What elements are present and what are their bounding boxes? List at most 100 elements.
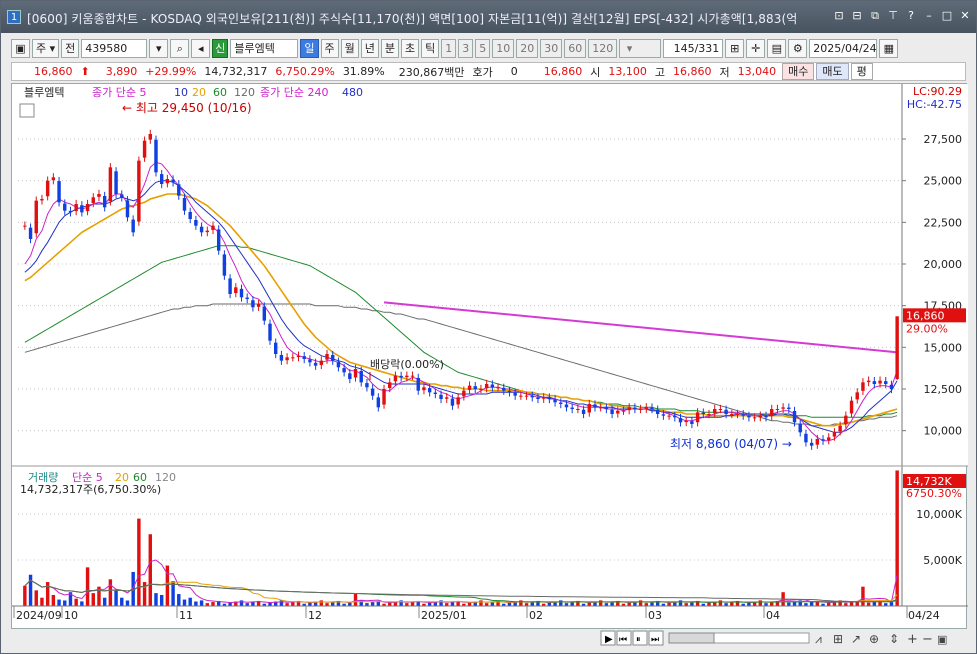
volume-bar bbox=[427, 602, 432, 606]
candle-body bbox=[445, 397, 449, 399]
candle-body bbox=[844, 415, 848, 425]
candle-body bbox=[131, 219, 135, 233]
play-icon[interactable]: ▶ bbox=[605, 634, 613, 645]
candle-body bbox=[399, 375, 403, 378]
chart-menu-icon[interactable]: ▣ bbox=[11, 38, 30, 58]
interval-custom-dropdown[interactable]: ▾ bbox=[619, 38, 662, 58]
x-tick-label: 03 bbox=[648, 609, 662, 622]
search-icon[interactable]: ⌕ bbox=[170, 38, 190, 58]
interval-10[interactable]: 10 bbox=[492, 38, 515, 58]
new-listing-badge: 신 bbox=[212, 38, 229, 58]
interval-5[interactable]: 5 bbox=[475, 38, 491, 58]
volume-bar bbox=[730, 602, 734, 606]
zoom-icon[interactable]: ⊞ bbox=[725, 38, 745, 58]
buy-button[interactable]: 매수 bbox=[782, 63, 815, 80]
indicator-icon[interactable]: ⊕ bbox=[869, 632, 879, 646]
code-input[interactable]: 439580 bbox=[81, 38, 148, 58]
title-bar[interactable]: 1 [0600] 키움종합차트 - KOSDAQ 외국인보유[211(천)] 주… bbox=[1, 1, 976, 33]
candle-body bbox=[342, 368, 346, 373]
interval-60[interactable]: 60 bbox=[564, 38, 587, 58]
candle-body bbox=[422, 387, 426, 391]
candle-body bbox=[85, 204, 90, 212]
last-price-label: 16,860 bbox=[906, 309, 945, 322]
candle-body bbox=[650, 407, 654, 409]
save-icon[interactable]: ▤ bbox=[767, 38, 787, 58]
volume-bar bbox=[809, 602, 814, 606]
candle-body bbox=[382, 389, 386, 405]
candle-body bbox=[291, 357, 295, 359]
period-tick[interactable]: 틱 bbox=[421, 38, 440, 58]
period-minute[interactable]: 분 bbox=[380, 38, 400, 58]
code-dropdown-icon[interactable]: ▾ bbox=[149, 38, 169, 58]
speaker-icon[interactable]: ◂ bbox=[191, 38, 211, 58]
last-volume-pct-label: 6750.30% bbox=[906, 487, 962, 500]
minimize-icon[interactable]: – bbox=[922, 9, 936, 23]
period-year[interactable]: 년 bbox=[360, 38, 379, 58]
first-icon[interactable]: ⏮ bbox=[619, 635, 627, 645]
prev-button[interactable]: 전 bbox=[61, 38, 80, 58]
volume-bar bbox=[308, 602, 312, 606]
candle-body bbox=[108, 167, 113, 202]
candle-body bbox=[564, 404, 569, 408]
sell-button[interactable]: 매도 bbox=[816, 63, 849, 80]
interval-30[interactable]: 30 bbox=[540, 38, 563, 58]
display-count[interactable]: 145/331 bbox=[663, 38, 724, 58]
candle-body bbox=[97, 194, 101, 197]
interval-1[interactable]: 1 bbox=[441, 38, 457, 58]
scale-icon[interactable]: ⇕ bbox=[889, 632, 899, 646]
zoom-in-icon[interactable]: + bbox=[907, 632, 918, 647]
candle-body bbox=[194, 220, 198, 226]
scroll-thumb[interactable] bbox=[668, 632, 715, 644]
volume-bar bbox=[650, 602, 654, 606]
ruler-icon[interactable]: ⩘ bbox=[815, 632, 822, 646]
chart-tool-icon[interactable]: ⊞ bbox=[833, 632, 843, 646]
period-week[interactable]: 주 bbox=[320, 38, 339, 58]
candle-body bbox=[661, 414, 666, 416]
candle-body bbox=[479, 389, 483, 390]
crosshair-icon[interactable]: ✛ bbox=[746, 38, 766, 58]
calendar-icon[interactable]: ▦ bbox=[879, 38, 899, 58]
volume-bar bbox=[199, 600, 204, 606]
price-tick-label: 20,000 bbox=[924, 258, 963, 271]
volume-bar bbox=[80, 601, 84, 606]
compare-icon[interactable]: ↗ bbox=[851, 632, 861, 646]
chart-svg[interactable]: 10,00012,50015,00017,50020,00022,50025,0… bbox=[12, 84, 968, 630]
gear-icon[interactable]: ⚙ bbox=[788, 38, 808, 58]
volume-bar bbox=[91, 593, 95, 606]
period-month[interactable]: 월 bbox=[340, 38, 359, 58]
copy-icon[interactable]: ⧉ bbox=[868, 9, 882, 23]
zoom-out-icon[interactable]: − bbox=[922, 632, 933, 647]
period-second[interactable]: 초 bbox=[401, 38, 420, 58]
reset-icon[interactable]: ▣ bbox=[937, 633, 947, 646]
interval-20[interactable]: 20 bbox=[516, 38, 539, 58]
count-total: /331 bbox=[694, 41, 720, 55]
close-icon[interactable]: ✕ bbox=[958, 9, 972, 23]
candle-body bbox=[302, 356, 306, 359]
date-input[interactable]: 2025/04/24 bbox=[809, 38, 878, 58]
candle-body bbox=[707, 414, 711, 415]
x-tick-label: 12 bbox=[308, 609, 322, 622]
period-day[interactable]: 일 bbox=[300, 38, 319, 58]
last-pct-label: 29.00% bbox=[906, 322, 948, 335]
pin-icon[interactable]: ⊤ bbox=[886, 9, 900, 23]
interval-120[interactable]: 120 bbox=[588, 38, 618, 58]
volume-bar bbox=[479, 600, 483, 606]
lock-icon[interactable]: ⊡ bbox=[832, 9, 846, 23]
chart-area[interactable]: 10,000 12,500 15,000 17,500 20,000 22,500 25,0… bbox=[11, 83, 968, 630]
grid-toggle-icon bbox=[19, 103, 35, 118]
candle-body bbox=[502, 387, 506, 391]
last-icon[interactable]: ⏭ bbox=[651, 635, 659, 645]
interval-3[interactable]: 3 bbox=[458, 38, 474, 58]
candle-body bbox=[416, 377, 420, 391]
flat-button[interactable]: 평 bbox=[850, 63, 873, 80]
market-select[interactable]: 주 ▾ bbox=[32, 38, 60, 58]
candle-body bbox=[884, 381, 888, 384]
window-number: 1 bbox=[7, 10, 21, 24]
candle-body bbox=[137, 160, 141, 222]
pause-icon[interactable]: ⏸ bbox=[636, 635, 641, 645]
volume-bar bbox=[228, 602, 232, 606]
candle-body bbox=[730, 414, 734, 415]
link-icon[interactable]: ⊟ bbox=[850, 9, 864, 23]
help-icon[interactable]: ? bbox=[904, 9, 918, 23]
maximize-icon[interactable]: □ bbox=[940, 9, 954, 23]
